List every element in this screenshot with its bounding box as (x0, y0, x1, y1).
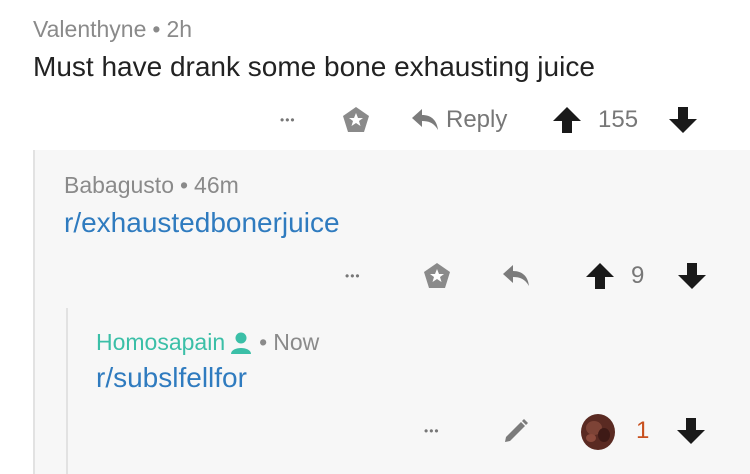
comment-time: Now (273, 329, 320, 355)
avatar-icon[interactable] (578, 411, 636, 451)
comment-meta: Homosapain • Now (96, 329, 319, 356)
downvote-icon[interactable] (677, 261, 707, 291)
downvote-icon[interactable] (676, 416, 706, 446)
gild-icon[interactable] (421, 260, 501, 292)
comment-author-op[interactable]: Homosapain (96, 329, 225, 356)
comment-author[interactable]: Babagusto (64, 172, 174, 198)
more-icon[interactable]: ••• (280, 113, 340, 127)
meta-separator: • (179, 172, 189, 198)
comment-meta: Valenthyne • 2h (33, 16, 595, 43)
score-count: 155 (598, 106, 639, 133)
upvote-icon[interactable] (552, 105, 598, 135)
upvote-icon[interactable] (585, 261, 631, 291)
comment-author[interactable]: Valenthyne (33, 16, 146, 42)
meta-separator: • (152, 16, 161, 42)
reply-arrow-icon (410, 107, 440, 133)
subreddit-link[interactable]: r/exhaustedbonerjuice (64, 207, 340, 239)
subreddit-link[interactable]: r/subslfellfor (96, 362, 319, 394)
comment-2: Babagusto • 46m r/exhaustedbonerjuice (64, 172, 340, 239)
reply-label: Reply (446, 106, 508, 133)
comment-3-actions: ••• 1 (424, 411, 706, 451)
score-count-upvoted: 1 (636, 417, 650, 444)
comment-1: Valenthyne • 2h Must have drank some bone … (33, 16, 595, 83)
thread-line-level-2[interactable] (66, 308, 68, 474)
reply-arrow-icon[interactable] (501, 263, 585, 289)
more-icon[interactable]: ••• (424, 424, 502, 438)
op-user-icon (229, 331, 253, 355)
comment-1-actions: ••• Reply 155 (280, 100, 698, 140)
score-count: 9 (631, 262, 645, 289)
thread-line-level-1[interactable] (33, 150, 35, 474)
comment-time: 2h (166, 16, 193, 42)
meta-separator: • (259, 329, 268, 355)
gild-icon[interactable] (340, 104, 410, 136)
comment-meta: Babagusto • 46m (64, 172, 340, 199)
downvote-icon[interactable] (668, 105, 698, 135)
edit-pencil-icon[interactable] (502, 417, 578, 445)
reply-button[interactable]: Reply (410, 106, 552, 134)
comment-3: Homosapain • Now r/subslfellfor (96, 329, 319, 394)
comment-time: 46m (194, 172, 239, 198)
comment-body: Must have drank some bone exhausting jui… (33, 51, 595, 82)
comment-2-actions: ••• 9 (345, 256, 707, 296)
more-icon[interactable]: ••• (345, 269, 421, 283)
